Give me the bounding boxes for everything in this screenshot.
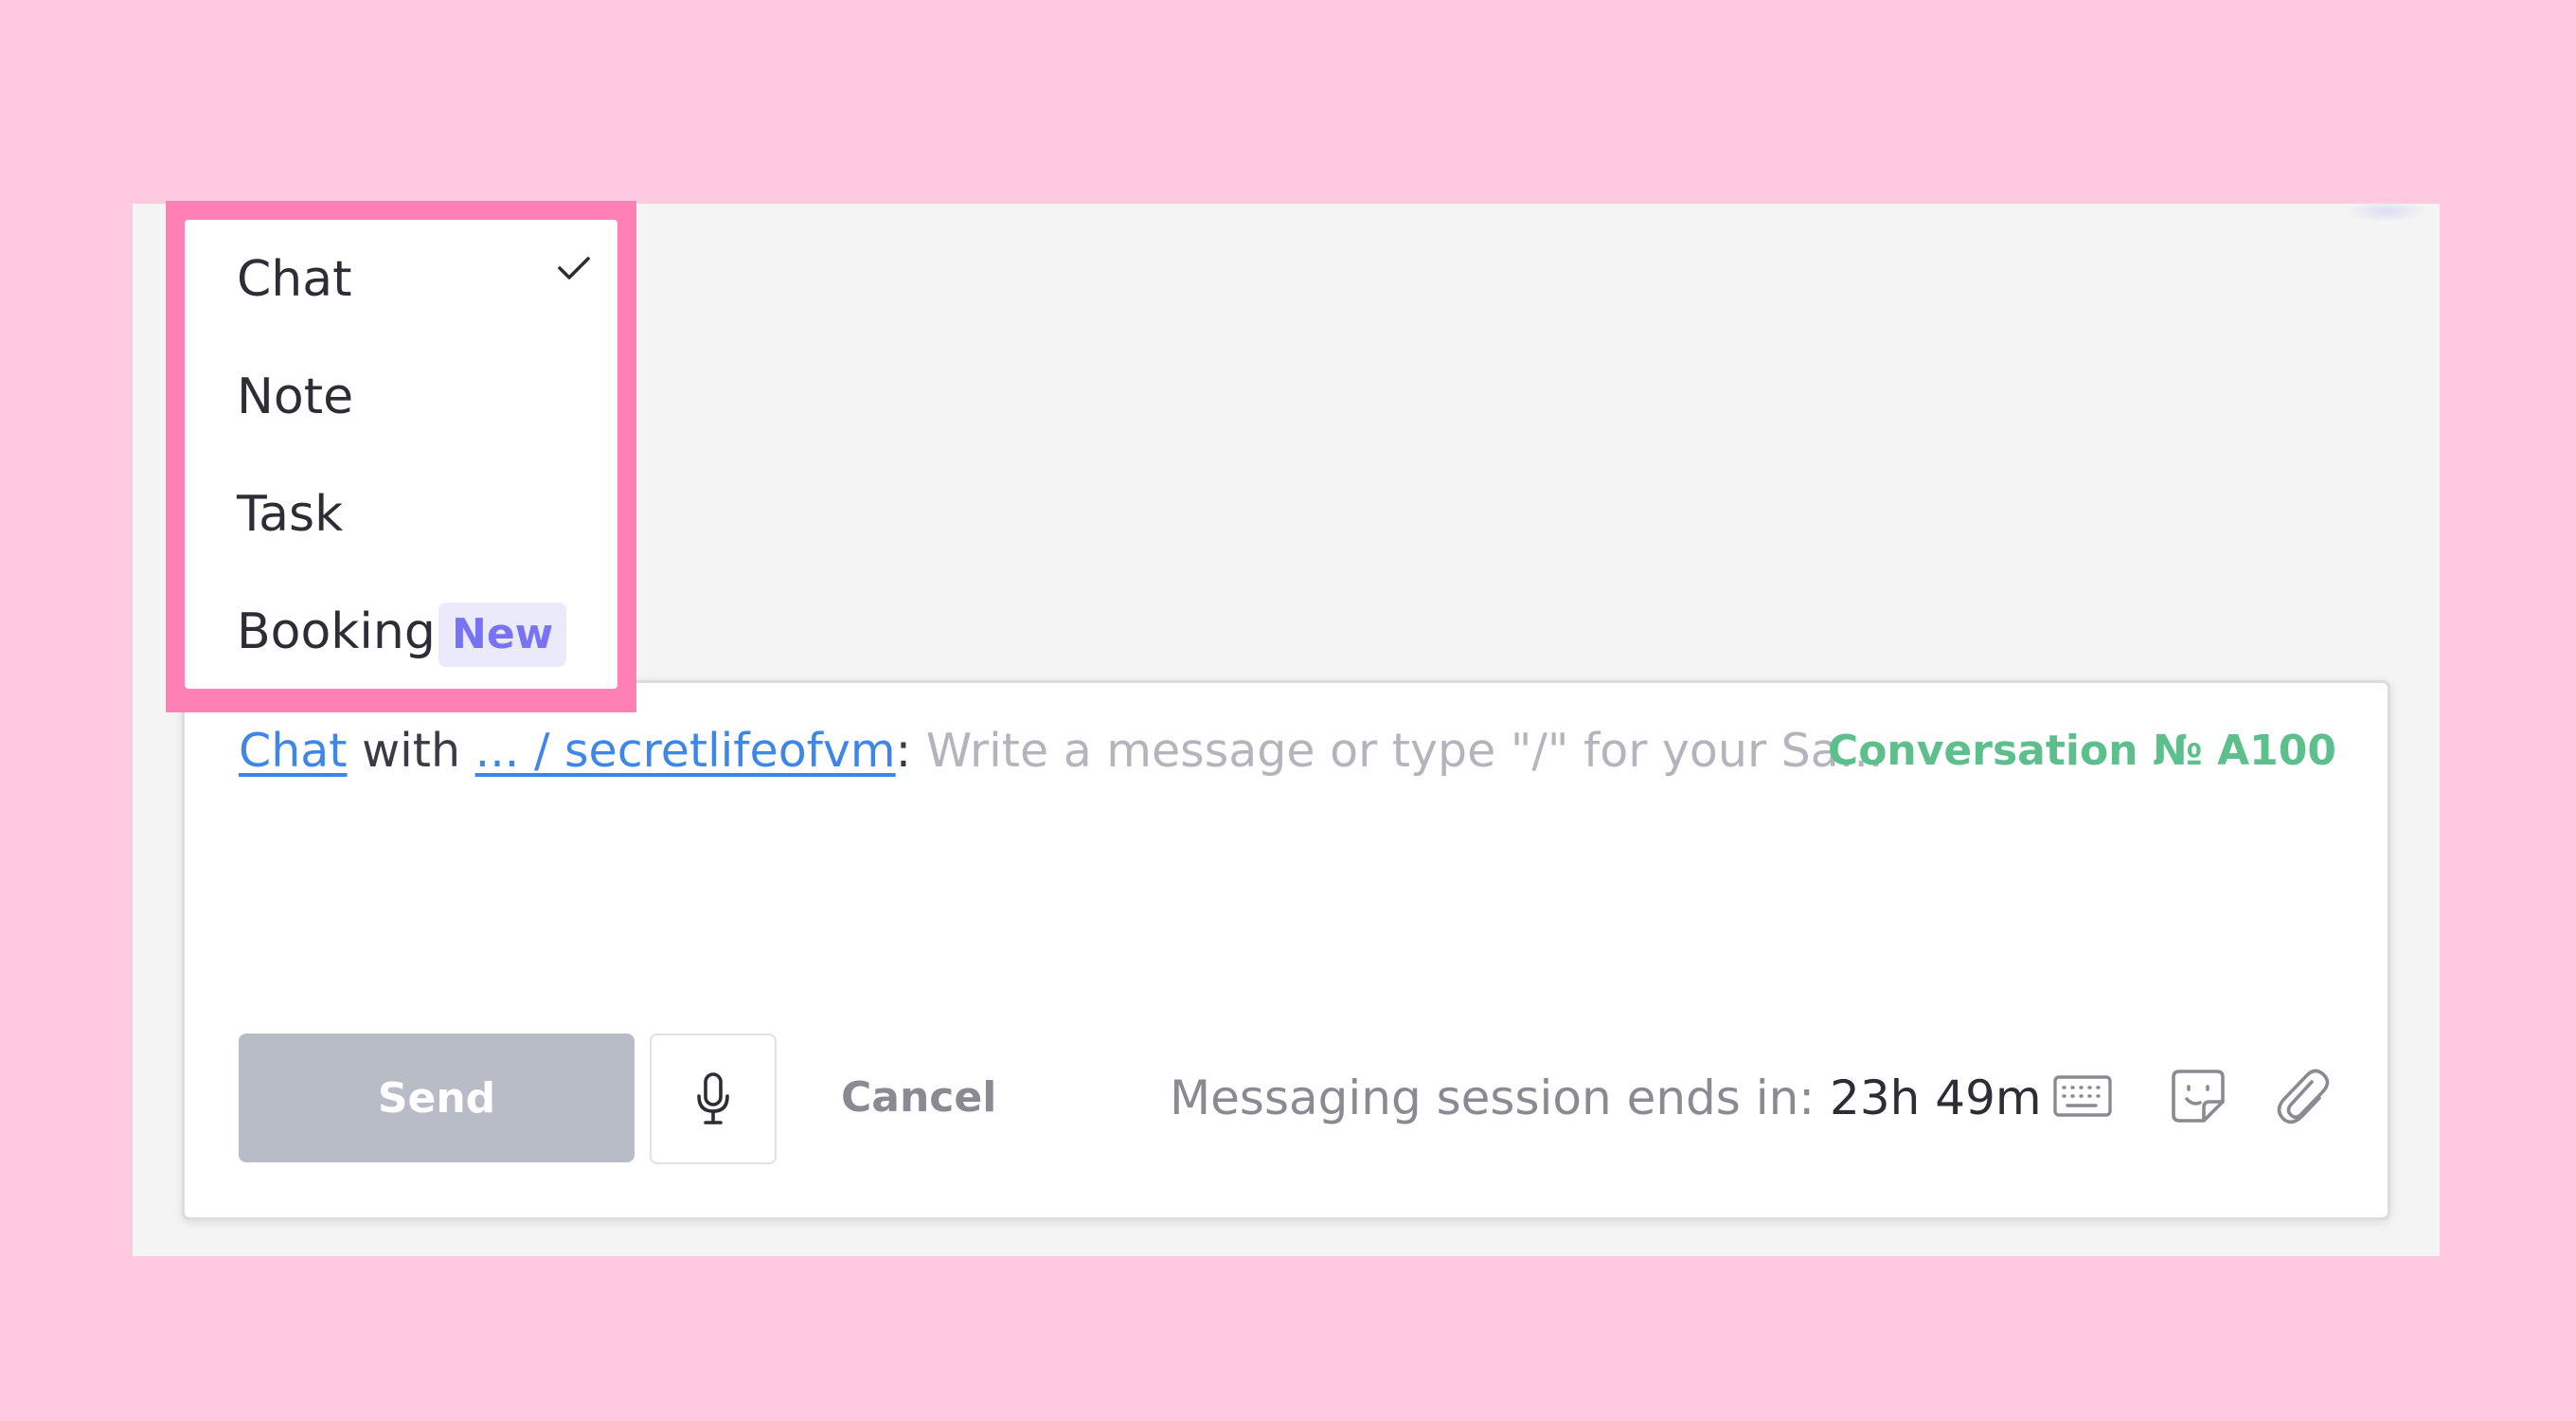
microphone-icon [697, 1072, 729, 1124]
contact-link[interactable]: ... / secretlifeofvm [475, 724, 896, 778]
sticker-button[interactable] [2164, 1062, 2232, 1130]
voice-message-button[interactable] [650, 1034, 777, 1164]
menu-item-note[interactable]: Note [185, 345, 617, 449]
menu-item-label: Booking [237, 603, 436, 660]
new-badge: New [438, 603, 567, 667]
message-placeholder[interactable]: Write a message or type "/" for your Sa.… [926, 724, 1884, 778]
message-composer[interactable]: Chat with ... / secretlifeofvm: Write a … [182, 680, 2390, 1220]
menu-item-label: Task [237, 486, 344, 543]
with-text: with [362, 724, 461, 778]
menu-item-label: Chat [237, 251, 352, 308]
panel-corner-glow [2349, 201, 2424, 222]
composer-input-line[interactable]: Chat with ... / secretlifeofvm: Write a … [239, 718, 1884, 784]
menu-item-booking[interactable]: Booking New [185, 580, 617, 684]
composer-mode-link[interactable]: Chat [239, 724, 348, 778]
send-button[interactable]: Send [239, 1034, 635, 1162]
menu-item-task[interactable]: Task [185, 462, 617, 567]
session-status: Messaging session ends in: 23h 49m [1170, 1034, 2042, 1162]
keyboard-icon [2053, 1075, 2112, 1117]
paperclip-icon [2277, 1069, 2330, 1124]
cancel-button[interactable]: Cancel [832, 1034, 1006, 1162]
conversation-id: Conversation № A100 [1827, 727, 2336, 775]
keyboard-button[interactable] [2048, 1062, 2117, 1130]
colon: : [895, 724, 912, 778]
message-type-dropdown: Chat Note Task Booking New [185, 220, 617, 689]
session-timer: 23h 49m [1830, 1070, 2042, 1125]
sticker-icon [2172, 1070, 2225, 1123]
checkmark-icon [558, 257, 590, 279]
menu-item-chat[interactable]: Chat [185, 227, 617, 332]
session-label: Messaging session ends in: [1170, 1070, 1816, 1125]
attach-button[interactable] [2268, 1062, 2336, 1130]
menu-item-label: Note [237, 369, 354, 425]
